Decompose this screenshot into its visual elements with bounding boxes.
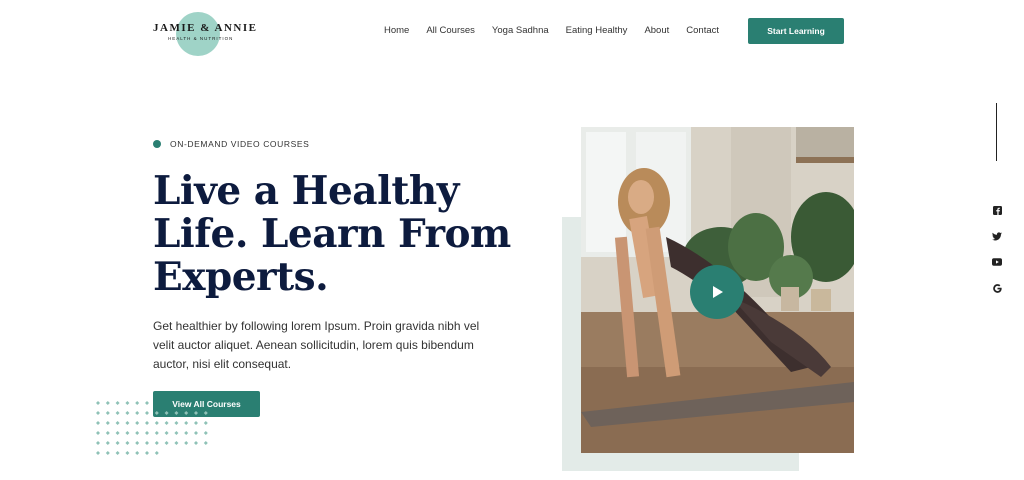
- logo-tagline: HEALTH & NUTRITION: [168, 36, 234, 41]
- play-icon: [713, 286, 723, 298]
- nav-about[interactable]: About: [644, 25, 669, 36]
- logo-circle: [176, 12, 220, 56]
- logo-name: JAMIE & ANNIE: [153, 22, 258, 34]
- nav-yoga-sadhna[interactable]: Yoga Sadhna: [492, 25, 549, 36]
- start-learning-button[interactable]: Start Learning: [748, 18, 844, 44]
- facebook-link[interactable]: [990, 203, 1004, 217]
- facebook-icon: [992, 205, 1002, 215]
- hero-headline: Live a Healthy Life. Learn From Experts.: [153, 168, 511, 300]
- decorative-dot-pattern: [96, 401, 208, 455]
- eyebrow-text: ON-DEMAND VIDEO COURSES: [170, 139, 310, 149]
- eyebrow-dot: [153, 140, 161, 148]
- eyebrow: ON-DEMAND VIDEO COURSES: [153, 139, 309, 149]
- youtube-link[interactable]: [990, 255, 1004, 269]
- main-nav: Home All Courses Yoga Sadhna Eating Heal…: [384, 25, 719, 36]
- youtube-icon: [992, 258, 1002, 266]
- twitter-link[interactable]: [990, 229, 1004, 243]
- hero-description: Get healthier by following lorem Ipsum. …: [153, 319, 480, 371]
- play-video-button[interactable]: [690, 265, 744, 319]
- nav-contact[interactable]: Contact: [686, 25, 719, 36]
- google-icon: [992, 283, 1002, 293]
- google-link[interactable]: [990, 281, 1004, 295]
- nav-eating-healthy[interactable]: Eating Healthy: [566, 25, 628, 36]
- scroll-indicator-line: [996, 103, 997, 161]
- nav-all-courses[interactable]: All Courses: [426, 25, 475, 36]
- brand-logo[interactable]: JAMIE & ANNIE HEALTH & NUTRITION: [150, 12, 270, 56]
- nav-home[interactable]: Home: [384, 25, 409, 36]
- twitter-icon: [992, 231, 1002, 240]
